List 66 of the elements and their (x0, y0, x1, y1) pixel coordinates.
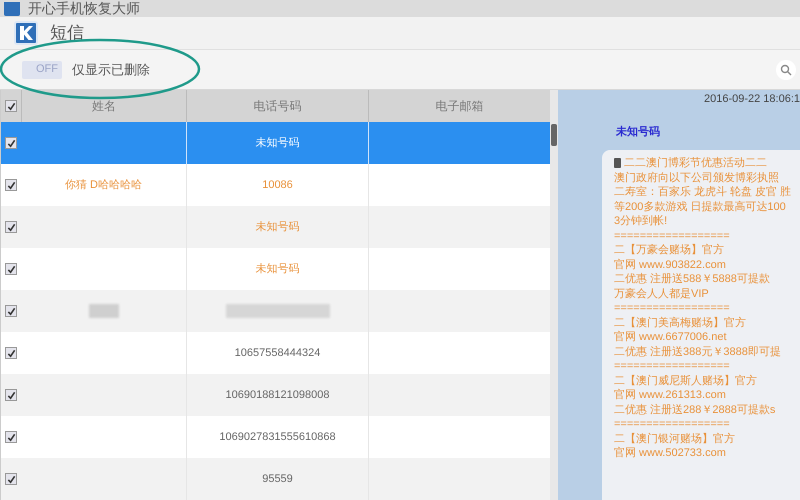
checkbox[interactable] (5, 137, 17, 149)
table-cell-text: 95559 (262, 472, 293, 487)
table-cell-text: 10657558444324 (234, 346, 320, 361)
message-line: 二二澳门博彩节优惠活动二二 (624, 156, 767, 170)
message-line: 官网 www.903822.com (614, 258, 726, 272)
table-cell-text: 1069027831555610868 (219, 430, 336, 445)
checkbox[interactable] (5, 431, 17, 443)
message-line: 澳门政府向以下公司颁发博彩执照 (614, 170, 779, 185)
checkmark-icon (6, 306, 16, 316)
checkbox[interactable] (5, 305, 17, 317)
checkmark-icon (6, 138, 16, 148)
message-line: ================== (614, 417, 730, 432)
checkmark-icon (6, 180, 16, 190)
checkbox[interactable] (5, 263, 17, 275)
checkbox[interactable] (5, 389, 17, 401)
checkbox[interactable] (5, 100, 17, 112)
phone-icon (614, 158, 621, 168)
message-line: 二优惠 注册送288￥2888可提款s (614, 402, 776, 417)
message-line: ================== (614, 228, 730, 243)
message-line: 官网 www.502733.com (614, 446, 726, 460)
message-line: 二优惠 注册送388元￥3888即可提 (614, 344, 781, 359)
checkmark-icon (6, 474, 16, 484)
message-line: 二【澳门银河赌场】官方 (614, 432, 735, 446)
blurred-name (88, 304, 118, 318)
message-line: 3分钟到帐! (614, 214, 668, 228)
table-cell-text: 10086 (262, 178, 293, 193)
table-cell-text: 未知号码 (256, 262, 300, 277)
checkmark-icon (6, 432, 16, 442)
table-row[interactable]: 未知号码 (1, 206, 550, 248)
table-row[interactable]: 95559 (1, 458, 550, 500)
app-logo-icon (14, 21, 38, 45)
message-line: 二【澳门美高梅赌场】官方 (614, 316, 746, 330)
page-title: 短信 (50, 22, 84, 44)
message-line: 二优惠 注册送588￥5888可提款 (614, 272, 770, 286)
app-logo-icon (4, 2, 20, 16)
checkmark-icon (6, 348, 16, 358)
checkbox[interactable] (5, 347, 17, 359)
table-cell-text: 未知号码 (256, 136, 300, 151)
checkmark-icon (6, 264, 16, 274)
sender-name: 未知号码 (616, 124, 661, 140)
scrollbar-thumb[interactable] (551, 124, 557, 146)
checkmark-icon (6, 222, 16, 232)
message-line: 等200多款游戏 日提款最高可达100 (614, 200, 786, 214)
message-line: 二寿室：百家乐 龙虎斗 轮盘 皮官 胜 (614, 185, 792, 200)
checkmark-icon (6, 390, 16, 400)
table-cell-text: 未知号码 (256, 220, 300, 235)
table-cell-text: 10690188121098008 (225, 388, 330, 403)
table-cell-text: 你猜 D哈哈哈哈 (65, 178, 142, 193)
message-line: 二【万豪会赌场】官方 (614, 243, 724, 258)
filter-label: 仅显示已删除 (72, 60, 150, 79)
window-title: 开心手机恢复大师 (28, 0, 140, 17)
checkbox[interactable] (5, 473, 17, 485)
message-line: 官网 www.6677006.net (614, 330, 727, 344)
checkmark-icon (6, 102, 16, 110)
message-line: ================== (614, 359, 730, 374)
table-row[interactable]: 10690188121098008 (1, 374, 550, 416)
checkbox[interactable] (5, 221, 17, 233)
message-line: 万豪会人人都是VIP (614, 286, 709, 301)
checkbox[interactable] (5, 179, 17, 191)
message-line: ================== (614, 301, 730, 316)
message-time: 2016-09-22 18:06:1 (704, 92, 800, 107)
search-icon[interactable] (776, 60, 796, 80)
toggle-switch[interactable]: OFF (22, 60, 62, 78)
table-row[interactable]: 未知号码 (1, 122, 550, 164)
message-line: 官网 www.261313.com (614, 388, 726, 402)
message-line: 二【澳门威尼斯人赌场】官方 (614, 374, 757, 388)
